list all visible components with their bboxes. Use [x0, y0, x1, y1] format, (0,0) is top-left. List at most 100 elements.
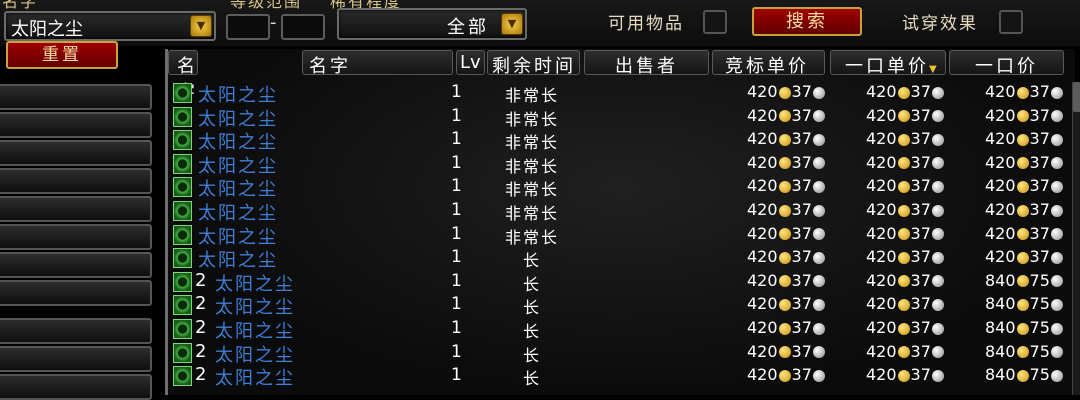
bid-unit-silver: 37 — [791, 152, 812, 172]
column-seller-header[interactable]: 出售者 — [584, 50, 709, 77]
item-name[interactable]: 太阳之尘 — [198, 246, 278, 272]
item-name[interactable]: 太阳之尘 — [215, 293, 295, 319]
column-time-left-header[interactable]: 剩余时间 — [487, 50, 580, 77]
table-row[interactable]: 2 太阳之尘 1 长 420 37 420 37 840 75 — [168, 317, 1072, 343]
buyout-unit-price: 420 37 — [866, 294, 944, 313]
silver-coin-icon — [931, 251, 944, 264]
column-buyout-header[interactable]: 一口价 — [949, 50, 1064, 77]
item-name[interactable]: 太阳之尘 — [198, 128, 278, 154]
sun-dust-icon[interactable] — [173, 319, 192, 339]
sun-dust-icon[interactable] — [173, 224, 192, 245]
item-name[interactable]: 太阳之尘 — [215, 364, 295, 390]
table-row[interactable]: 2 太阳之尘 1 长 420 37 420 37 840 75 — [168, 364, 1072, 390]
buyout-unit-price: 420 37 — [866, 365, 944, 384]
sun-dust-icon[interactable] — [173, 153, 192, 174]
silver-coin-icon — [931, 180, 944, 193]
item-name[interactable]: 太阳之尘 — [215, 317, 295, 343]
table-row[interactable]: 2 太阳之尘 1 长 420 37 420 37 840 75 — [168, 341, 1072, 367]
column-name-label: 名字 — [309, 56, 351, 77]
bid-unit-price: 420 37 — [747, 342, 825, 361]
gold-coin-icon — [897, 369, 910, 382]
bid-unit-silver: 37 — [791, 129, 812, 149]
column-level-header[interactable]: Lv — [456, 50, 485, 75]
sun-dust-icon[interactable] — [173, 177, 192, 198]
item-name[interactable]: 太阳之尘 — [215, 341, 295, 367]
table-row[interactable]: 太阳之尘 1 非常长 420 37 420 37 420 37 — [168, 175, 1072, 201]
item-name[interactable]: 太阳之尘 — [198, 152, 278, 178]
bid-unit-gold: 420 — [747, 82, 778, 101]
rarity-dropdown[interactable]: 全部 ▼ — [337, 8, 527, 40]
gold-coin-icon — [1016, 180, 1029, 193]
item-name[interactable]: 太阳之尘 — [198, 199, 278, 225]
stack-count: 2 — [195, 317, 207, 338]
table-row[interactable]: 太阳之尘 1 非常长 420 37 420 37 420 37 — [168, 152, 1072, 178]
table-row[interactable]: 太阳之尘 1 非常长 420 37 420 37 420 37 — [168, 128, 1072, 154]
table-row[interactable]: 太阳之尘 1 非常长 420 37 420 37 420 37 — [168, 199, 1072, 225]
table-row[interactable]: 太阳之尘 1 非常长 420 37 420 37 420 37 — [168, 81, 1072, 107]
category-button[interactable] — [0, 168, 152, 194]
buyout-unit-gold: 420 — [866, 176, 897, 196]
try-on-checkbox[interactable] — [999, 10, 1023, 34]
usable-items-checkbox[interactable] — [703, 10, 727, 34]
gold-arrow-down-icon[interactable]: ▼ — [501, 13, 523, 35]
column-name-small-header[interactable]: 名字 — [168, 50, 198, 103]
column-name-header[interactable]: 名字 — [302, 50, 453, 77]
category-button[interactable] — [0, 280, 152, 306]
category-button[interactable] — [0, 224, 152, 250]
silver-coin-icon — [1050, 298, 1063, 311]
item-name[interactable]: 太阳之尘 — [198, 175, 278, 201]
item-name[interactable]: 太阳之尘 — [198, 223, 278, 249]
category-button[interactable] — [0, 252, 152, 278]
sun-dust-icon[interactable] — [173, 248, 192, 269]
sun-dust-icon[interactable] — [173, 130, 192, 151]
buyout-gold: 420 — [985, 152, 1016, 172]
table-row[interactable]: 2 太阳之尘 1 长 420 37 420 37 840 75 — [168, 293, 1072, 319]
table-row[interactable]: 太阳之尘 1 长 420 37 420 37 420 37 — [168, 246, 1072, 272]
gold-coin-icon — [778, 369, 791, 382]
category-button[interactable] — [0, 112, 152, 138]
buyout-price: 420 37 — [985, 129, 1063, 148]
scrollbar-thumb[interactable] — [1073, 82, 1080, 112]
table-row[interactable]: 太阳之尘 1 非常长 420 37 420 37 420 37 — [168, 223, 1072, 249]
sun-dust-icon[interactable] — [173, 366, 192, 387]
category-button[interactable] — [0, 346, 152, 372]
search-button[interactable]: 搜索 — [752, 7, 862, 36]
item-name[interactable]: 太阳之尘 — [215, 270, 295, 296]
column-time-left-label: 剩余时间 — [492, 56, 576, 77]
table-row[interactable]: 太阳之尘 1 非常长 420 37 420 37 420 37 — [168, 105, 1072, 131]
item-name[interactable]: 太阳之尘 — [198, 105, 278, 131]
buyout-unit-gold: 420 — [866, 223, 897, 243]
sun-dust-icon[interactable] — [173, 201, 192, 221]
category-button[interactable] — [0, 196, 152, 222]
reset-button[interactable]: 重置 — [6, 41, 118, 69]
gold-coin-icon — [778, 157, 791, 170]
bid-unit-gold: 420 — [747, 294, 778, 314]
buyout-silver: 37 — [1029, 152, 1050, 172]
bid-unit-price: 420 37 — [747, 365, 825, 384]
category-button[interactable] — [0, 84, 152, 110]
sun-dust-icon[interactable] — [173, 106, 192, 127]
results-scrollbar[interactable] — [1072, 82, 1080, 395]
sort-arrow-icon[interactable]: ▼ — [929, 64, 937, 75]
column-bid-unit-header[interactable]: 竞标单价 — [712, 50, 825, 77]
min-level-input[interactable] — [226, 14, 270, 40]
sun-dust-icon[interactable] — [173, 271, 192, 292]
buyout-silver: 37 — [1029, 129, 1050, 149]
max-level-input[interactable] — [281, 14, 325, 40]
category-button[interactable] — [0, 318, 152, 344]
item-level: 1 — [451, 223, 462, 244]
bid-unit-price: 420 37 — [747, 176, 825, 195]
buyout-silver: 37 — [1029, 176, 1050, 196]
gold-arrow-down-icon[interactable]: ▼ — [190, 15, 212, 37]
category-button[interactable] — [0, 374, 152, 400]
sun-dust-icon[interactable] — [173, 295, 192, 316]
table-row[interactable]: 2 太阳之尘 1 长 420 37 420 37 840 75 — [168, 270, 1072, 296]
column-buyout-unit-header[interactable]: 一口单价▼ — [830, 50, 946, 77]
bid-unit-gold: 420 — [747, 365, 778, 385]
usable-items-label: 可用物品 — [608, 14, 684, 34]
sun-dust-icon[interactable] — [173, 342, 192, 363]
item-name[interactable]: 太阳之尘 — [198, 81, 278, 107]
category-button[interactable] — [0, 140, 152, 166]
sun-dust-icon[interactable] — [173, 83, 192, 103]
name-search-input[interactable]: 太阳之尘 ▼ — [4, 11, 216, 41]
